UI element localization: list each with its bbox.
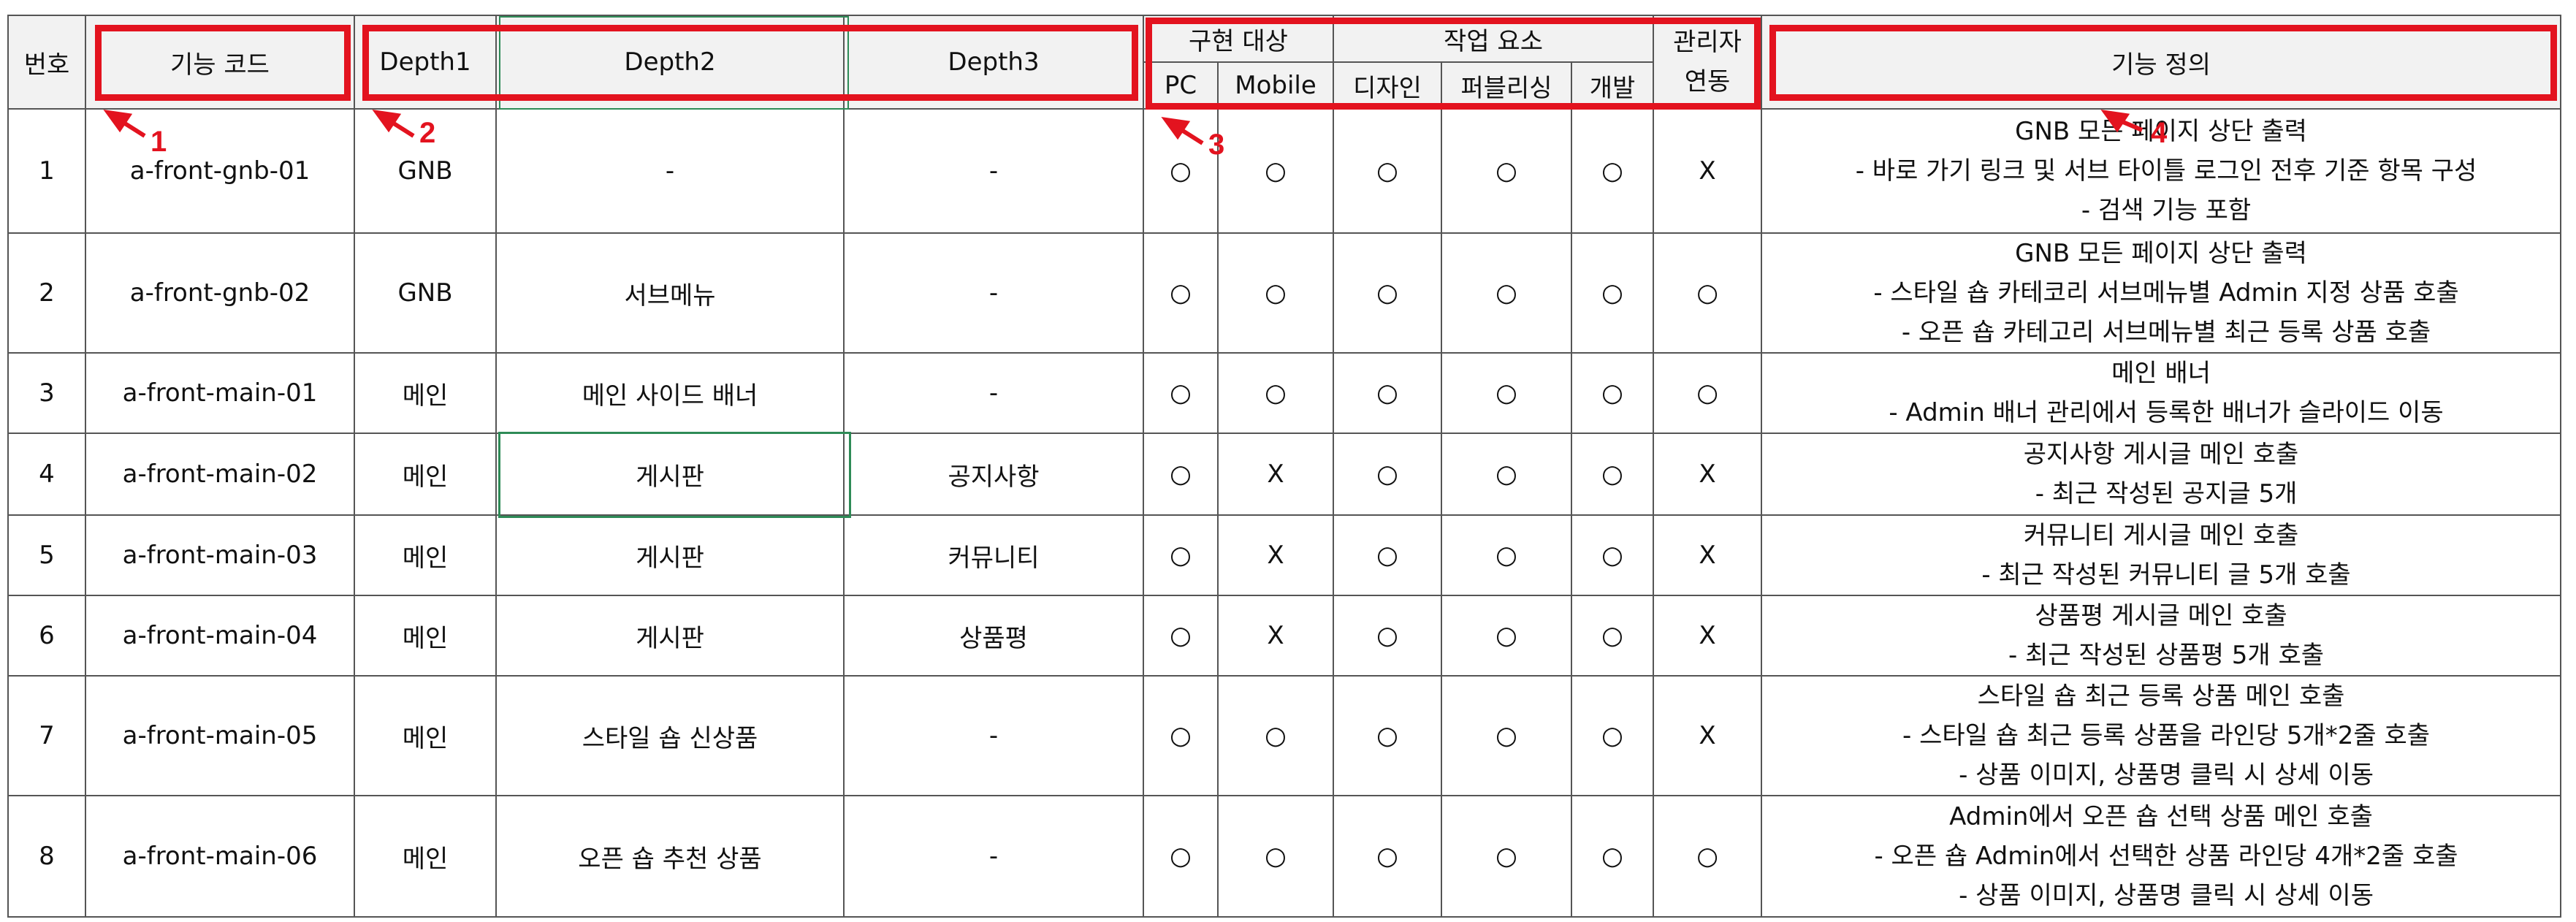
spec-sheet: 번호 기능 코드 Depth1 Depth2 Depth3 구현 대상 작업 요…	[0, 0, 2576, 922]
annotation-label-1: 1	[150, 126, 167, 158]
annotation-arrows	[103, 110, 2144, 145]
annotation-label-2: 2	[419, 117, 436, 149]
annotation-label-3: 3	[1208, 129, 1225, 161]
annotation-label-4: 4	[2151, 117, 2168, 149]
arrow-4-head	[2100, 110, 2130, 133]
